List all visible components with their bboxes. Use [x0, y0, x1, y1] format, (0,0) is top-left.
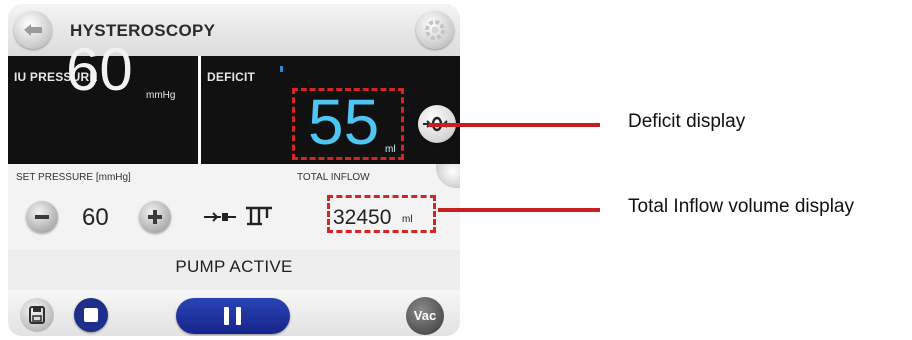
pause-button[interactable] — [176, 298, 290, 334]
inflow-callout-text: Total Inflow volume display — [628, 196, 854, 217]
back-button[interactable] — [14, 11, 52, 49]
inflow-highlight-box — [327, 195, 436, 233]
back-arrow-icon — [24, 24, 42, 36]
save-icon — [29, 306, 45, 324]
minus-icon — [35, 215, 49, 219]
gear-icon — [425, 20, 445, 40]
total-inflow-label: TOTAL INFLOW — [297, 172, 370, 183]
stop-icon — [84, 308, 98, 322]
pump-status-text: PUMP ACTIVE — [175, 257, 293, 276]
stop-button[interactable] — [74, 298, 108, 332]
vac-button[interactable]: Vac — [406, 297, 444, 335]
plus-icon — [148, 210, 162, 224]
set-pressure-label: SET PRESSURE [mmHg] — [16, 172, 131, 183]
pump-screen: HYSTEROSCOPY IU PRESSURE DEFICIT 60 mmHg… — [8, 4, 460, 336]
save-button[interactable] — [20, 298, 54, 332]
inflow-callout-line — [438, 208, 600, 212]
set-pressure-value: 60 — [82, 204, 109, 231]
iu-pressure-value: 60 — [66, 36, 133, 103]
decrease-pressure-button[interactable] — [26, 201, 58, 233]
deficit-indicator — [280, 66, 283, 72]
deficit-label: DEFICIT — [207, 70, 256, 84]
iu-pressure-unit: mmHg — [146, 90, 176, 101]
tubing-connector-icon — [204, 212, 236, 222]
pump-mode-icon — [246, 206, 272, 226]
settings-button[interactable] — [416, 11, 454, 49]
deficit-highlight-box — [292, 88, 404, 160]
deficit-callout-text: Deficit display — [628, 111, 746, 132]
increase-pressure-button[interactable] — [139, 201, 171, 233]
deficit-callout-line — [428, 123, 600, 127]
